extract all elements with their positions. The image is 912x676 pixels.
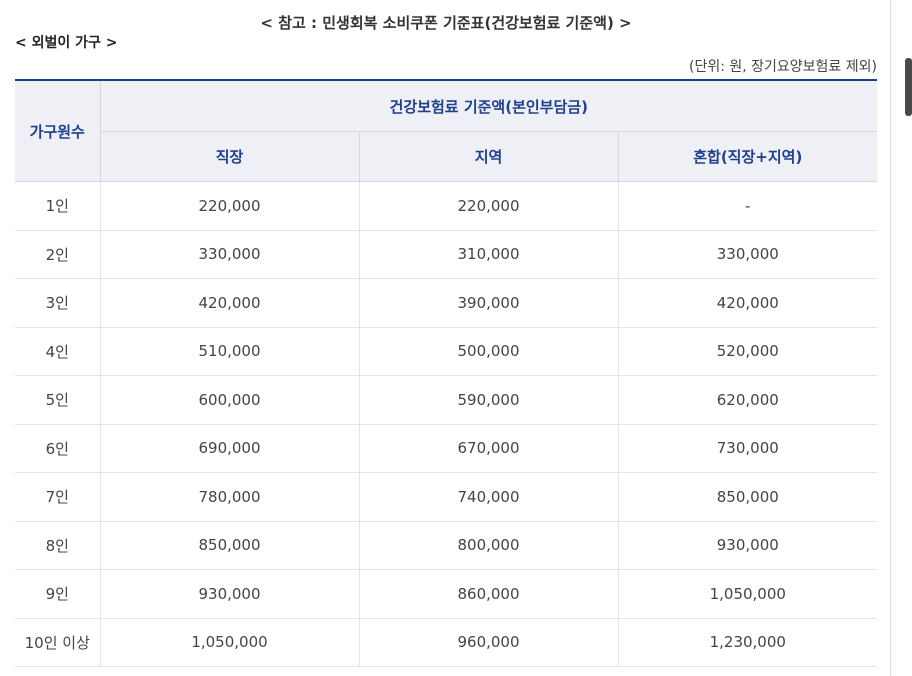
- workplace-amount-cell: 330,000: [99, 230, 359, 279]
- mixed-amount-cell: 1,230,000: [617, 618, 878, 667]
- mixed-amount-cell: 330,000: [617, 230, 878, 279]
- regional-amount-cell: 500,000: [358, 327, 618, 376]
- scrollbar-thumb[interactable]: [905, 58, 912, 116]
- household-size-cell: 2인: [15, 230, 100, 279]
- regional-amount-cell: 390,000: [358, 278, 618, 328]
- regional-amount-cell: 800,000: [358, 521, 618, 570]
- page-edge-divider: [890, 0, 891, 676]
- regional-amount-cell: 860,000: [358, 569, 618, 619]
- unit-note: (단위: 원, 장기요양보험료 제외): [688, 59, 877, 75]
- household-size-cell: 10인 이상: [15, 618, 100, 667]
- regional-amount-cell: 310,000: [358, 230, 618, 279]
- mixed-amount-cell: 930,000: [617, 521, 878, 570]
- workplace-amount-cell: 600,000: [99, 375, 359, 425]
- mixed-amount-cell: 520,000: [617, 327, 878, 376]
- household-size-cell: 5인: [15, 375, 100, 425]
- workplace-amount-cell: 220,000: [99, 181, 359, 231]
- standard-amount-table: 가구원수 건강보험료 기준액(본인부담금) 직장 지역 혼합(직장+지역) 1인…: [15, 79, 878, 667]
- household-size-cell: 3인: [15, 278, 100, 328]
- household-size-cell: 9인: [15, 569, 100, 619]
- household-size-cell: 6인: [15, 424, 100, 473]
- table-row: 3인 420,000 390,000 420,000: [15, 278, 878, 328]
- mixed-amount-cell: 1,050,000: [617, 569, 878, 619]
- workplace-amount-cell: 850,000: [99, 521, 359, 570]
- table-row: 10인 이상 1,050,000 960,000 1,230,000: [15, 618, 878, 667]
- mixed-amount-cell: 620,000: [617, 375, 878, 425]
- mixed-amount-cell: -: [617, 181, 878, 231]
- household-size-cell: 8인: [15, 521, 100, 570]
- header-workplace: 직장: [99, 131, 359, 182]
- workplace-amount-cell: 780,000: [99, 472, 359, 522]
- table-row: 8인 850,000 800,000 930,000: [15, 521, 878, 570]
- regional-amount-cell: 590,000: [358, 375, 618, 425]
- header-regional: 지역: [358, 131, 618, 182]
- header-mixed: 혼합(직장+지역): [617, 131, 878, 182]
- mixed-amount-cell: 730,000: [617, 424, 878, 473]
- table-row: 6인 690,000 670,000 730,000: [15, 424, 878, 473]
- table-row: 5인 600,000 590,000 620,000: [15, 375, 878, 425]
- header-premium-group: 건강보험료 기준액(본인부담금): [99, 80, 878, 132]
- page-title: < 참고 : 민생회복 소비쿠폰 기준표(건강보험료 기준액) >: [260, 14, 632, 32]
- table-row: 9인 930,000 860,000 1,050,000: [15, 569, 878, 619]
- table-row: 1인 220,000 220,000-: [15, 181, 878, 231]
- section-title: < 외벌이 가구 >: [15, 35, 118, 51]
- table-header-row: 가구원수 건강보험료 기준액(본인부담금): [15, 80, 878, 182]
- mixed-amount-cell: 420,000: [617, 278, 878, 328]
- table-body: 1인 220,000 220,000-2인 330,000 310,000 330,000…: [15, 181, 878, 667]
- table-row: 7인 780,000 740,000 850,000: [15, 472, 878, 522]
- workplace-amount-cell: 690,000: [99, 424, 359, 473]
- table-row: 4인 510,000 500,000 520,000: [15, 327, 878, 376]
- workplace-amount-cell: 420,000: [99, 278, 359, 328]
- workplace-amount-cell: 1,050,000: [99, 618, 359, 667]
- regional-amount-cell: 740,000: [358, 472, 618, 522]
- regional-amount-cell: 220,000: [358, 181, 618, 231]
- document-content: < 참고 : 민생회복 소비쿠폰 기준표(건강보험료 기준액) > < 외벌이 …: [15, 0, 878, 667]
- household-size-cell: 4인: [15, 327, 100, 376]
- regional-amount-cell: 960,000: [358, 618, 618, 667]
- household-size-cell: 1인: [15, 181, 100, 231]
- header-household-size: 가구원수: [15, 80, 100, 182]
- household-size-cell: 7인: [15, 472, 100, 522]
- workplace-amount-cell: 930,000: [99, 569, 359, 619]
- table-subheader-row: 직장 지역 혼합(직장+지역): [15, 131, 878, 182]
- mixed-amount-cell: 850,000: [617, 472, 878, 522]
- table-row: 2인 330,000 310,000 330,000: [15, 230, 878, 279]
- workplace-amount-cell: 510,000: [99, 327, 359, 376]
- regional-amount-cell: 670,000: [358, 424, 618, 473]
